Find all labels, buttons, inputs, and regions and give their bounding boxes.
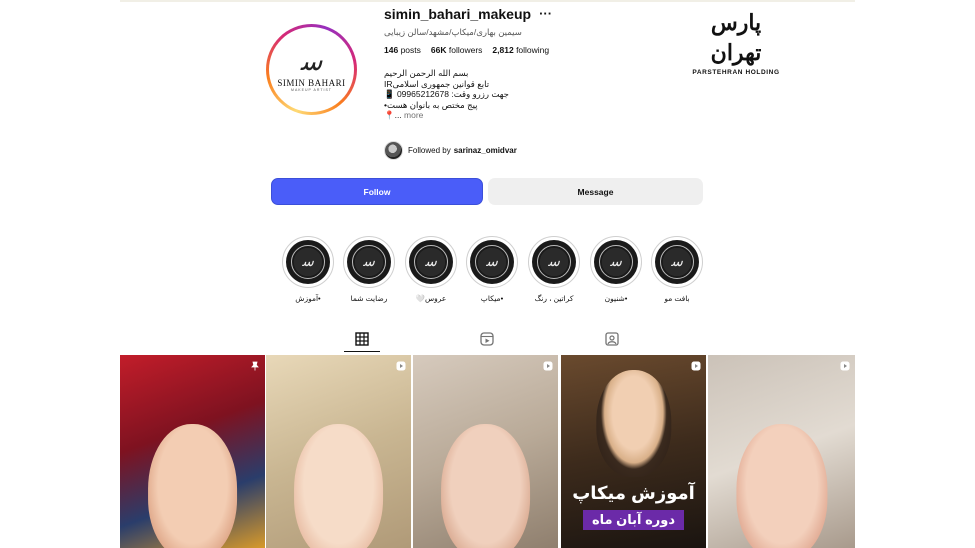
- pin-icon: [251, 361, 259, 371]
- profile-bio: بسم الله الرحمن الرحیم تابع قوانین جمهور…: [384, 68, 544, 121]
- highlight-item[interactable]: ﺳ رضایت شما: [343, 236, 395, 303]
- highlight-label: کراتین ، رنگ: [534, 294, 574, 303]
- watermark-logo-text: پارس تهران: [710, 10, 762, 66]
- post-image: [735, 424, 828, 548]
- highlight-label: رضایت شما: [350, 294, 388, 303]
- highlight-cover: ﺳ: [470, 240, 514, 284]
- avatar-title: SIMIN BAHARI: [277, 77, 346, 88]
- reel-icon: [691, 361, 701, 371]
- bio-line: جهت رزرو وقت: 09965212678 📱: [384, 89, 509, 99]
- username-row: simin_bahari_makeup ···: [384, 6, 552, 22]
- bio-line: تابع قوانین جمهوری اسلامیIR: [384, 78, 490, 89]
- post-tile[interactable]: [120, 355, 265, 548]
- profile-avatar[interactable]: ﺳ SIMIN BAHARI MAKEUP ARTIST: [266, 24, 357, 115]
- reel-icon: [396, 361, 406, 371]
- follow-button[interactable]: Follow: [271, 178, 483, 205]
- reels-icon[interactable]: [480, 332, 494, 346]
- highlight-label: عروس🤍: [415, 294, 447, 303]
- profile-stats: 146 posts 66K followers 2,812 following: [384, 45, 549, 55]
- post-caption-badge: دوره آبان ماه: [583, 510, 684, 530]
- highlight-item[interactable]: ﺳ •آموزش: [282, 236, 334, 303]
- reel-icon: [543, 361, 553, 371]
- post-image: [147, 424, 238, 548]
- message-button[interactable]: Message: [488, 178, 703, 205]
- top-divider: [120, 0, 855, 2]
- tagged-icon[interactable]: [605, 332, 619, 346]
- highlight-cover: ﺳ: [409, 240, 453, 284]
- username[interactable]: simin_bahari_makeup: [384, 6, 531, 22]
- following-count[interactable]: 2,812 following: [492, 45, 549, 55]
- posts-count: 146 posts: [384, 45, 421, 55]
- highlight-item[interactable]: ﺳ عروس🤍: [405, 236, 457, 303]
- highlight-label: •میکاپ: [480, 294, 504, 303]
- highlight-item[interactable]: ﺳ کراتین ، رنگ: [528, 236, 580, 303]
- highlight-label: بافت مو: [664, 294, 690, 303]
- post-tile[interactable]: [708, 355, 855, 548]
- grid-icon[interactable]: [355, 332, 369, 346]
- profile-page: پارس تهران PARSTEHRAN HOLDING ﺳ SIMIN BA…: [0, 0, 975, 548]
- ellipsis-icon[interactable]: ···: [539, 7, 552, 20]
- highlight-item[interactable]: ﺳ •شنیون: [590, 236, 642, 303]
- watermark-subtitle: PARSTEHRAN HOLDING: [692, 69, 780, 76]
- highlight-cover: ﺳ: [347, 240, 391, 284]
- followed-by-user: sarinaz_omidvar: [453, 146, 517, 155]
- post-tile[interactable]: [266, 355, 411, 548]
- bio-line: پیج مختص به بانوان هست•: [384, 99, 478, 110]
- highlight-cover: ﺳ: [286, 240, 330, 284]
- reel-icon: [840, 361, 850, 371]
- highlight-label: •آموزش: [295, 294, 321, 303]
- avatar-tagline: MAKEUP ARTIST: [291, 87, 332, 92]
- highlight-cover: ﺳ: [594, 240, 638, 284]
- post-image: [293, 424, 384, 548]
- bio-last-line: 📍... more: [384, 110, 424, 120]
- post-image: [595, 370, 672, 477]
- profile-category: سیمین بهاری/میکاپ/مشهد/سالن زیبایی: [384, 27, 522, 37]
- post-tile[interactable]: [413, 355, 558, 548]
- bio-more-link[interactable]: more: [404, 110, 423, 120]
- highlight-cover: ﺳ: [532, 240, 576, 284]
- avatar-logo-mark: ﺳ: [300, 46, 323, 77]
- highlight-item[interactable]: ﺳ بافت مو: [651, 236, 703, 303]
- highlight-cover: ﺳ: [655, 240, 699, 284]
- watermark-logo: پارس تهران PARSTEHRAN HOLDING: [686, 8, 786, 76]
- post-caption: آموزش میکاپ: [572, 483, 695, 503]
- avatar-image: ﺳ SIMIN BAHARI MAKEUP ARTIST: [272, 30, 351, 109]
- post-tile[interactable]: آموزش میکاپ دوره آبان ماه: [561, 355, 706, 548]
- active-tab-indicator: [344, 351, 380, 352]
- follower-avatar: [384, 141, 403, 160]
- post-image: [440, 424, 531, 548]
- highlight-label: •شنیون: [604, 294, 628, 303]
- bio-line: بسم الله الرحمن الرحیم: [384, 68, 469, 78]
- followed-by[interactable]: Followed by sarinaz_omidvar: [384, 141, 517, 160]
- followers-count[interactable]: 66K followers: [431, 45, 483, 55]
- highlight-item[interactable]: ﺳ •میکاپ: [466, 236, 518, 303]
